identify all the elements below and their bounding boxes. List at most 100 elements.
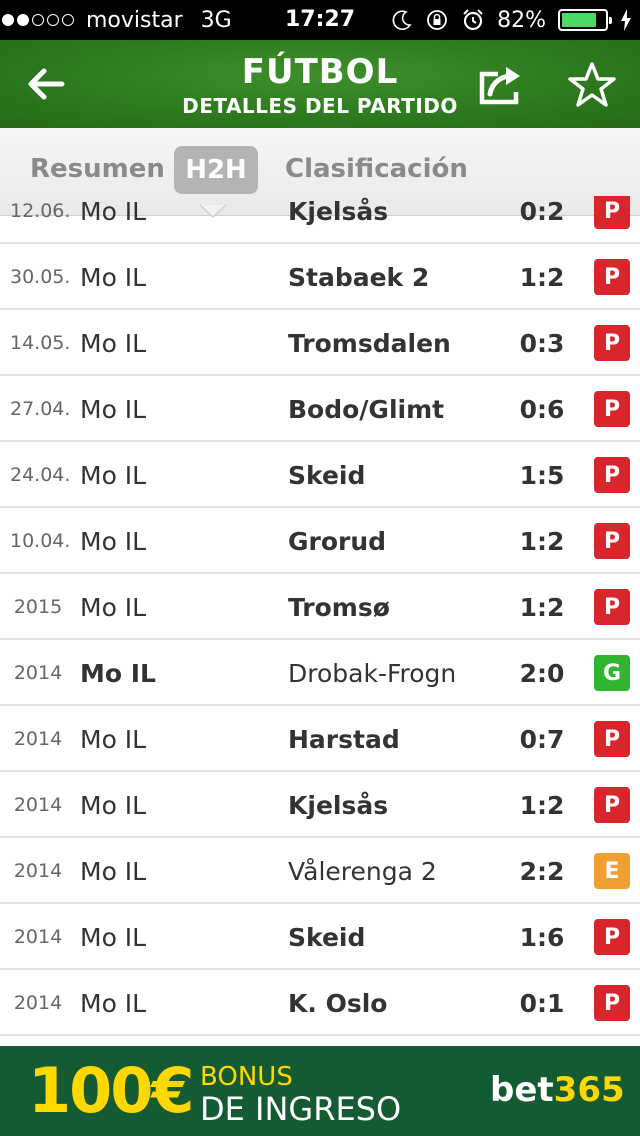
match-date: 30.05. bbox=[10, 266, 71, 288]
share-button[interactable] bbox=[476, 62, 526, 108]
result-badge: P bbox=[594, 391, 630, 427]
match-row[interactable]: 27.04. Mo IL Bodo/Glimt 0:6 P bbox=[0, 376, 640, 442]
match-row[interactable]: 2014 Mo IL Drobak-Frogn 2:0 G bbox=[0, 640, 640, 706]
away-team: Harstad bbox=[288, 725, 400, 754]
away-team: Tromsø bbox=[288, 593, 390, 622]
home-team: Mo IL bbox=[80, 593, 147, 622]
result-badge: P bbox=[594, 325, 630, 361]
match-score: 1:2 bbox=[519, 593, 565, 622]
signal-dot bbox=[62, 14, 74, 26]
home-team: Mo IL bbox=[80, 659, 156, 688]
signal-strength-icon bbox=[2, 14, 74, 26]
rotation-lock-icon bbox=[427, 10, 447, 30]
match-date: 14.05. bbox=[10, 332, 71, 354]
away-team: Tromsdalen bbox=[288, 329, 451, 358]
match-score: 1:6 bbox=[519, 923, 565, 952]
result-badge: P bbox=[594, 196, 630, 229]
home-team: Mo IL bbox=[80, 197, 147, 226]
match-row[interactable]: 14.05. Mo IL Tromsdalen 0:3 P bbox=[0, 310, 640, 376]
bet365-ad-banner[interactable]: 100€ BONUS DE INGRESO bet365 bbox=[0, 1046, 640, 1136]
carrier-name: movistar bbox=[86, 7, 183, 33]
match-score: 1:2 bbox=[519, 791, 565, 820]
match-date: 24.04. bbox=[10, 464, 71, 486]
tab-h2h[interactable]: H2H bbox=[174, 146, 258, 194]
home-team: Mo IL bbox=[80, 461, 147, 490]
match-row[interactable]: 2014 Mo IL Skeid 1:6 P bbox=[0, 904, 640, 970]
home-team: Mo IL bbox=[80, 527, 147, 556]
h2h-match-list[interactable]: 12.06. Mo IL Kjelsås 0:2 P 30.05. Mo IL Stabaek… bbox=[0, 196, 640, 1046]
share-icon bbox=[479, 67, 520, 105]
match-row[interactable]: 2015 Mo IL Tromsø 1:2 P bbox=[0, 574, 640, 640]
result-badge: P bbox=[594, 589, 630, 625]
match-row[interactable]: 2014 Mo IL Vålerenga 2 2:2 E bbox=[0, 838, 640, 904]
match-date: 2014 bbox=[13, 860, 63, 882]
match-score: 0:6 bbox=[519, 395, 565, 424]
active-tab-pointer bbox=[200, 204, 226, 218]
logo-part-bet: bet bbox=[490, 1070, 554, 1110]
match-score: 0:2 bbox=[519, 197, 565, 226]
charging-bolt-icon bbox=[621, 9, 631, 31]
match-date: 2014 bbox=[13, 794, 63, 816]
match-date: 10.04. bbox=[10, 530, 71, 552]
away-team: Skeid bbox=[288, 923, 366, 952]
result-badge: E bbox=[594, 853, 630, 889]
away-team: Kjelsås bbox=[288, 791, 389, 820]
home-team: Mo IL bbox=[80, 329, 147, 358]
match-score: 1:2 bbox=[519, 263, 565, 292]
match-row[interactable]: 2014 Mo IL K. Oslo 0:1 P bbox=[0, 970, 640, 1036]
app-header: FÚTBOL DETALLES DEL PARTIDO bbox=[0, 40, 640, 128]
result-badge: P bbox=[594, 523, 630, 559]
favorite-button[interactable] bbox=[566, 60, 618, 110]
match-score: 0:1 bbox=[519, 989, 565, 1018]
home-team: Mo IL bbox=[80, 857, 147, 886]
match-row[interactable]: 24.04. Mo IL Skeid 1:5 P bbox=[0, 442, 640, 508]
match-date: 2014 bbox=[13, 662, 63, 684]
logo-part-365: 365 bbox=[553, 1070, 625, 1110]
result-badge: P bbox=[594, 787, 630, 823]
match-row[interactable]: 2014 Mo IL Kjelsås 1:2 P bbox=[0, 772, 640, 838]
match-score: 2:0 bbox=[519, 659, 565, 688]
result-badge: P bbox=[594, 259, 630, 295]
signal-dot bbox=[17, 14, 29, 26]
bet365-logo: bet365 bbox=[490, 1070, 625, 1110]
banner-amount: 100€ bbox=[28, 1054, 195, 1127]
match-row[interactable]: 12.06. Mo IL Kjelsås 0:2 P bbox=[0, 196, 640, 244]
result-badge: P bbox=[594, 919, 630, 955]
page-title: FÚTBOL bbox=[241, 52, 399, 92]
home-team: Mo IL bbox=[80, 395, 147, 424]
battery-percent: 82% bbox=[497, 7, 546, 33]
banner-bonus-text: BONUS bbox=[200, 1062, 293, 1092]
match-score: 1:5 bbox=[519, 461, 565, 490]
result-badge: G bbox=[594, 655, 630, 691]
tab-resumen[interactable]: Resumen bbox=[30, 154, 165, 184]
moon-icon bbox=[392, 10, 412, 31]
result-badge: P bbox=[594, 457, 630, 493]
home-team: Mo IL bbox=[80, 791, 147, 820]
away-team: K. Oslo bbox=[288, 989, 388, 1018]
home-team: Mo IL bbox=[80, 725, 147, 754]
away-team: Kjelsås bbox=[288, 197, 389, 226]
signal-dot bbox=[2, 14, 14, 26]
network-type: 3G bbox=[200, 7, 232, 33]
away-team: Drobak-Frogn bbox=[288, 659, 457, 688]
match-row[interactable]: 10.04. Mo IL Grorud 1:2 P bbox=[0, 508, 640, 574]
status-right: 82% bbox=[391, 0, 632, 40]
home-team: Mo IL bbox=[80, 263, 147, 292]
match-row[interactable]: 30.05. Mo IL Stabaek 2 1:2 P bbox=[0, 244, 640, 310]
home-team: Mo IL bbox=[80, 923, 147, 952]
status-left: movistar 3G bbox=[2, 0, 232, 40]
result-badge: P bbox=[594, 985, 630, 1021]
match-date: 12.06. bbox=[10, 200, 71, 222]
home-team: Mo IL bbox=[80, 989, 147, 1018]
battery-icon bbox=[558, 9, 612, 31]
match-date: 2014 bbox=[13, 926, 63, 948]
tab-clasificacion[interactable]: Clasificación bbox=[285, 154, 468, 184]
away-team: Stabaek 2 bbox=[288, 263, 430, 292]
match-row[interactable]: 2014 Mo IL Harstad 0:7 P bbox=[0, 706, 640, 772]
match-score: 0:3 bbox=[519, 329, 565, 358]
match-score: 2:2 bbox=[519, 857, 565, 886]
alarm-icon bbox=[463, 9, 483, 31]
match-date: 27.04. bbox=[10, 398, 71, 420]
signal-dot bbox=[47, 14, 59, 26]
status-bar: movistar 3G 17:27 82% bbox=[0, 0, 640, 40]
